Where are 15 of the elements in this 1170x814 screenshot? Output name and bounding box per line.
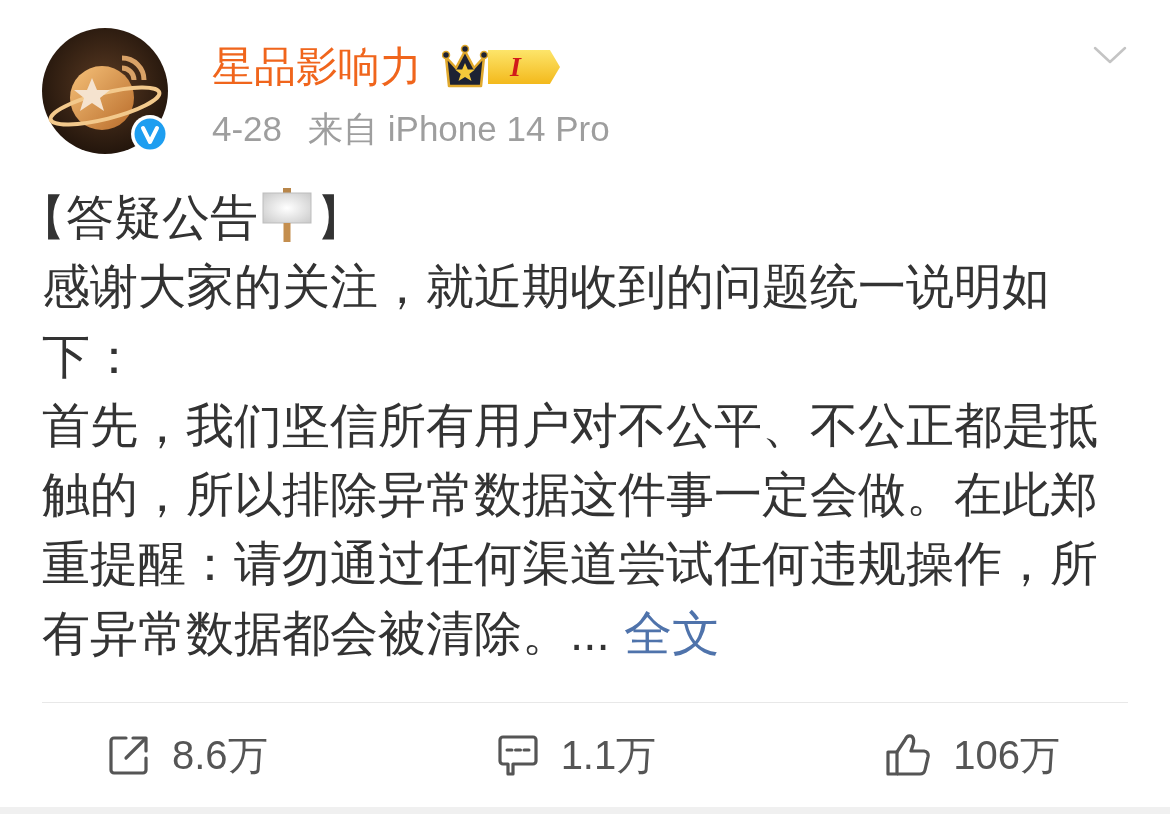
full-text-link[interactable]: 全文 [623,606,720,660]
post-time: 4-28 [212,109,283,149]
share-icon[interactable] [108,734,150,777]
comment-button[interactable]: 1.1万 [496,727,657,783]
post-heading: 【答疑公告 】 [18,183,1114,253]
crown-icon [442,44,488,90]
comment-icon[interactable] [496,734,539,777]
thumbs-up-icon[interactable] [885,733,932,778]
post-source: 来自 iPhone 14 Pro [308,107,610,150]
post-paragraph: 首先，我们坚信所有用户对不公平、不公正都是抵触的，所以排除异常数据这件事一定会做。在此郑重提醒：请勿通过任何渠道尝试任何违规操作，所有异常数据都会被清除。... 全文 [42,397,1099,662]
repost-button[interactable]: 8.6万 [108,727,268,783]
signboard-icon [262,188,312,242]
like-button[interactable]: 106万 [885,727,1060,783]
level-tag: I [488,50,560,84]
post-paragraph: 感谢大家的关注，就近期收到的问题统一说明如下： [42,259,1051,385]
